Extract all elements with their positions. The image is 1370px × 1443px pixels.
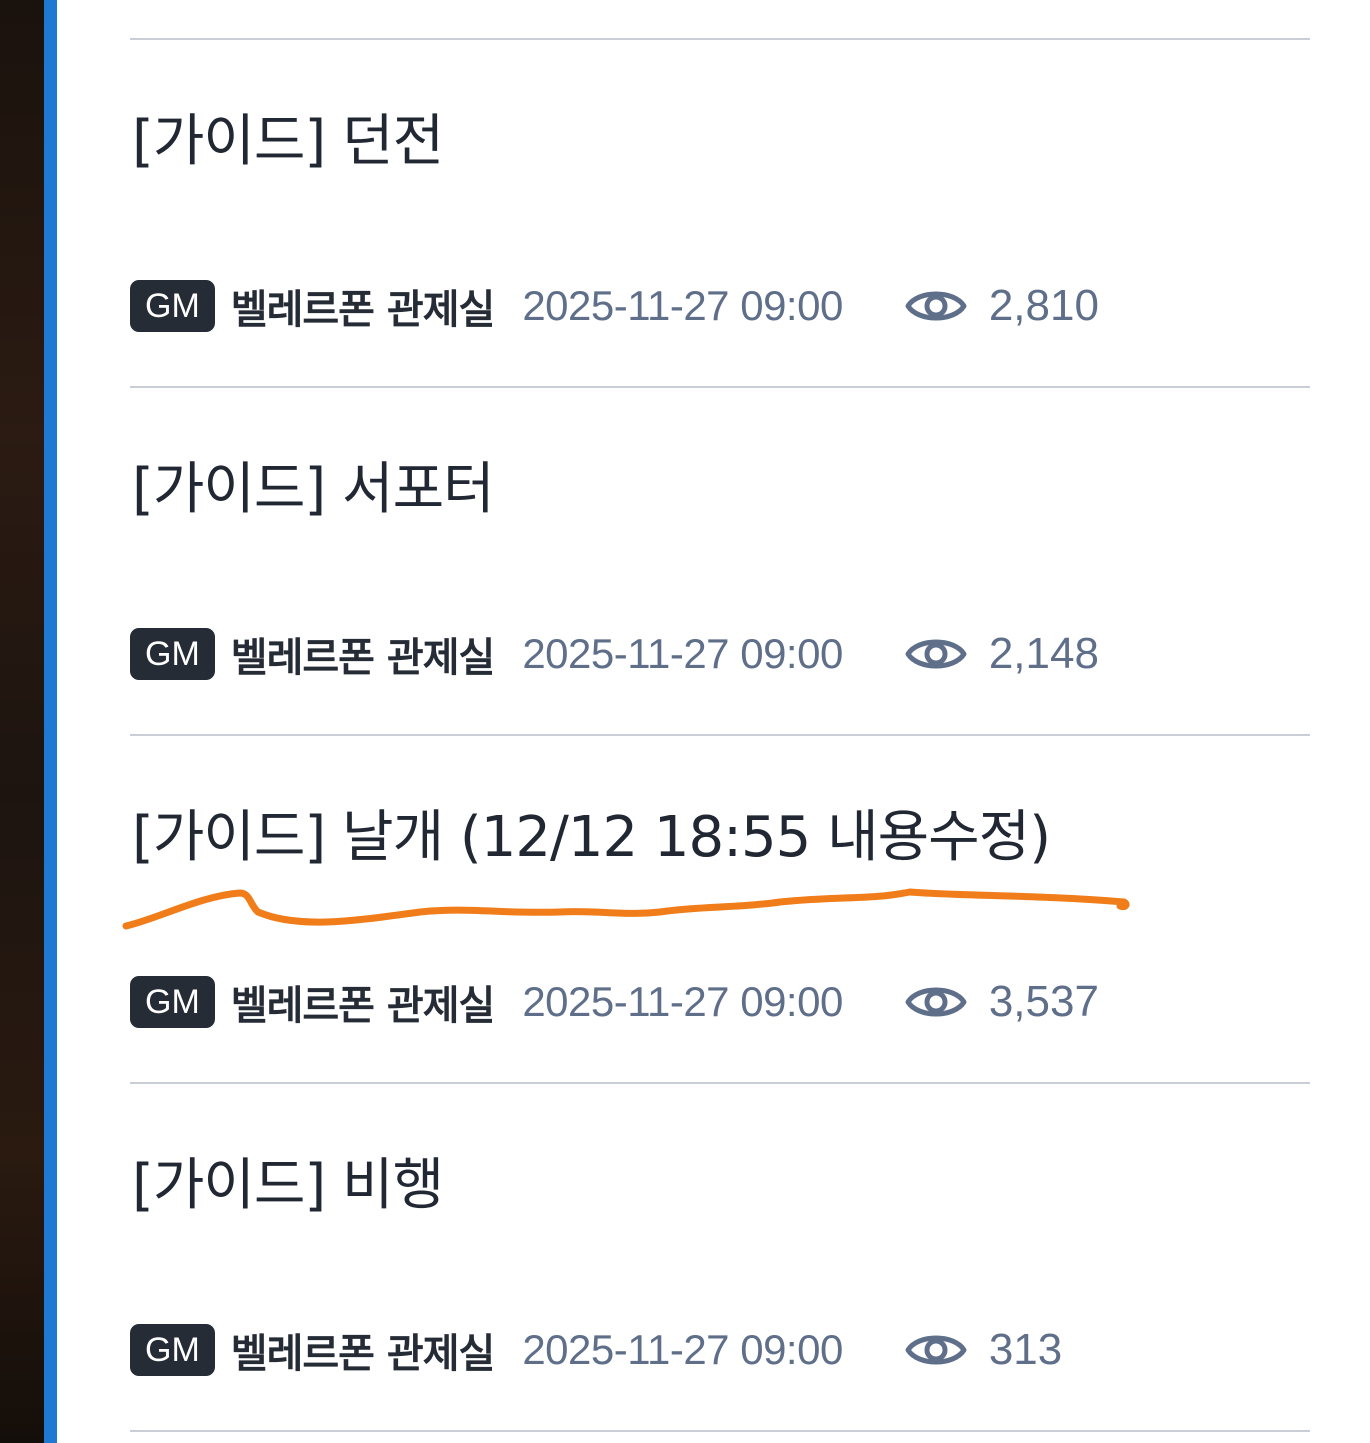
author-name: 벨레르폰 관제실 — [230, 287, 496, 333]
post-meta: GM 벨레르폰 관제실 2025-11-27 09:00 3,537 — [130, 972, 1099, 1032]
author-name: 벨레르폰 관제실 — [230, 1331, 496, 1377]
view-count-group: 313 — [905, 1325, 1062, 1375]
list-end-divider — [130, 1430, 1310, 1432]
post-title[interactable]: [가이드] 서포터 — [132, 452, 495, 528]
post-item[interactable]: [가이드] 날개 (12/12 18:55 내용수정) GM 벨레르폰 관제실 … — [130, 734, 1310, 1082]
eye-icon — [905, 1335, 967, 1365]
post-meta: GM 벨레르폰 관제실 2025-11-27 09:00 313 — [130, 1320, 1062, 1380]
background-artwork — [0, 0, 44, 1443]
gm-badge: GM — [130, 628, 215, 680]
post-date: 2025-11-27 09:00 — [522, 978, 843, 1025]
view-count-group: 2,810 — [905, 281, 1099, 331]
gm-badge: GM — [130, 976, 215, 1028]
gm-badge: GM — [130, 1324, 215, 1376]
post-date: 2025-11-27 09:00 — [522, 630, 843, 677]
post-date: 2025-11-27 09:00 — [522, 282, 843, 329]
post-item[interactable]: [가이드] 비행 GM 벨레르폰 관제실 2025-11-27 09:00 31… — [130, 1082, 1310, 1430]
view-count: 2,810 — [988, 281, 1099, 330]
author-name: 벨레르폰 관제실 — [230, 983, 496, 1029]
author-name: 벨레르폰 관제실 — [230, 635, 496, 681]
eye-icon — [905, 639, 967, 669]
eye-icon — [905, 987, 967, 1017]
view-count-group: 3,537 — [905, 977, 1099, 1027]
post-title[interactable]: [가이드] 던전 — [132, 104, 444, 180]
post-meta: GM 벨레르폰 관제실 2025-11-27 09:00 2,148 — [130, 624, 1099, 684]
view-count-group: 2,148 — [905, 629, 1099, 679]
gm-badge: GM — [130, 280, 215, 332]
eye-icon — [905, 291, 967, 321]
accent-bar — [44, 0, 57, 1443]
post-meta: GM 벨레르폰 관제실 2025-11-27 09:00 2,810 — [130, 276, 1099, 336]
view-count: 2,148 — [988, 629, 1099, 678]
post-item[interactable]: [가이드] 서포터 GM 벨레르폰 관제실 2025-11-27 09:00 2… — [130, 386, 1310, 734]
view-count: 3,537 — [988, 977, 1099, 1026]
post-title[interactable]: [가이드] 날개 (12/12 18:55 내용수정) — [132, 800, 1051, 876]
post-title[interactable]: [가이드] 비행 — [132, 1148, 444, 1224]
post-list: [가이드] 던전 GM 벨레르폰 관제실 2025-11-27 09:00 2,… — [130, 38, 1310, 1430]
post-date: 2025-11-27 09:00 — [522, 1326, 843, 1373]
post-item[interactable]: [가이드] 던전 GM 벨레르폰 관제실 2025-11-27 09:00 2,… — [130, 38, 1310, 386]
view-count: 313 — [988, 1325, 1063, 1374]
